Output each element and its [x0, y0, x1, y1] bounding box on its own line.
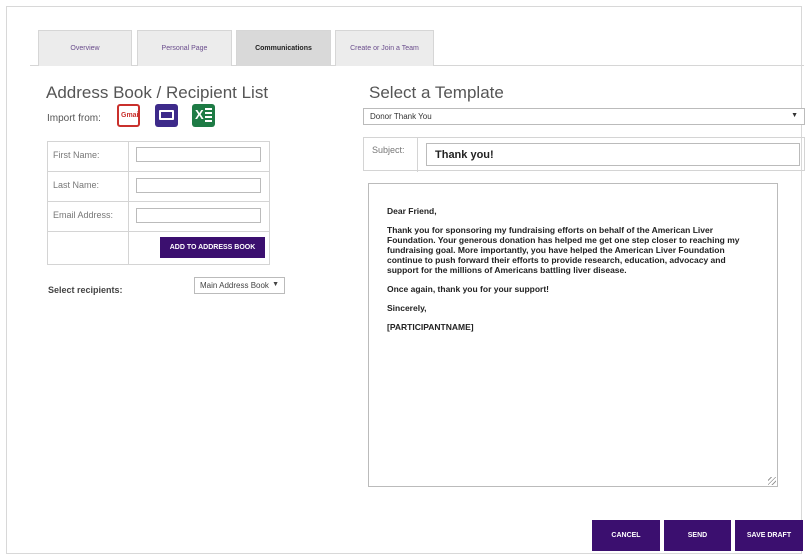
body-paragraph: Dear Friend, [387, 206, 437, 216]
email-address-input[interactable] [136, 208, 261, 223]
tab-communications[interactable]: Communications [236, 30, 331, 66]
envelope-shape [159, 110, 174, 120]
excel-icon-letter: X [195, 107, 204, 122]
excel-icon[interactable]: X [192, 104, 215, 127]
subject-label: Subject: [372, 145, 405, 155]
recipient-list-select[interactable]: Main Address Book ▼ [194, 277, 285, 294]
address-book-title: Address Book / Recipient List [46, 83, 269, 102]
send-button[interactable]: SEND [664, 520, 731, 551]
message-body-textarea[interactable]: Dear Friend, Thank you for sponsoring my… [368, 183, 778, 487]
save-draft-button[interactable]: SAVE DRAFT [735, 520, 803, 551]
body-paragraph: [PARTICIPANTNAME] [387, 322, 474, 332]
import-label: Import from: [47, 113, 101, 124]
tab-bar: Overview Personal Page Communications Cr… [30, 30, 804, 66]
body-paragraph: Thank you for sponsoring my fundraising … [387, 225, 740, 275]
tab-overview[interactable]: Overview [38, 30, 132, 66]
first-name-input[interactable] [136, 147, 261, 162]
add-to-address-book-button[interactable]: ADD TO ADDRESS BOOK [160, 237, 265, 258]
subject-row: Subject: [363, 137, 805, 172]
tab-create-or-join-team[interactable]: Create or Join a Team [335, 30, 434, 66]
select-template-title: Select a Template [369, 83, 504, 102]
recipient-list-selected-value: Main Address Book [200, 281, 269, 290]
template-selected-value: Donor Thank You [370, 112, 432, 121]
gmail-icon[interactable]: Gmail [117, 104, 140, 127]
last-name-label: Last Name: [47, 171, 129, 202]
excel-grid-shape [205, 108, 212, 123]
recipient-form: First Name: Last Name: Email Address: AD… [47, 141, 270, 265]
select-recipients-label: Select recipients: [48, 285, 123, 295]
dropdown-arrow-icon: ▼ [272, 281, 279, 288]
subject-divider [417, 138, 418, 172]
body-paragraph: Sincerely, [387, 303, 427, 313]
tab-personal-page[interactable]: Personal Page [137, 30, 232, 66]
email-address-label: Email Address: [47, 201, 129, 232]
subject-input[interactable] [426, 143, 800, 166]
cancel-button[interactable]: CANCEL [592, 520, 660, 551]
gmail-icon-text: Gmail [121, 112, 141, 119]
yahoo-mail-icon[interactable] [155, 104, 178, 127]
template-select[interactable]: Donor Thank You ▼ [363, 108, 805, 125]
body-paragraph: Once again, thank you for your support! [387, 284, 549, 294]
empty-label-cell [47, 231, 129, 265]
last-name-input[interactable] [136, 178, 261, 193]
first-name-label: First Name: [47, 141, 129, 172]
resize-handle-icon[interactable] [768, 477, 776, 485]
dropdown-arrow-icon: ▼ [791, 112, 798, 119]
